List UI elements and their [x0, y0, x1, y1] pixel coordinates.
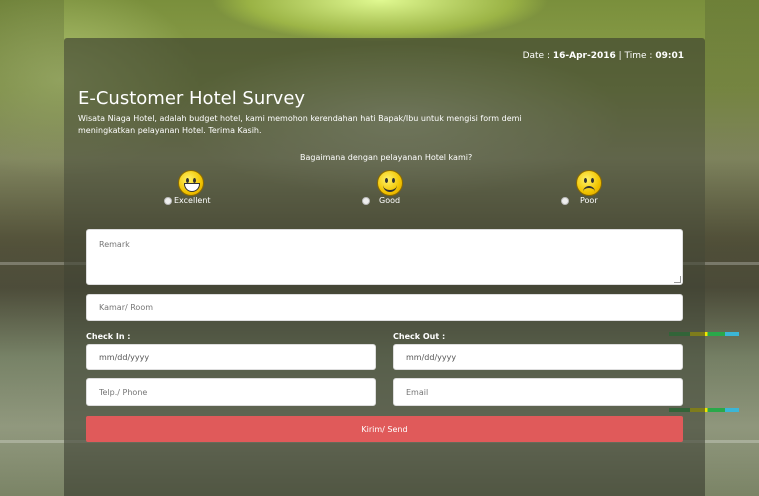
- date-time-display: Date : 16-Apr-2016 | Time : 09:01: [523, 51, 684, 61]
- rating-label-excellent: Excellent: [174, 196, 211, 205]
- smiling-face-icon[interactable]: [377, 170, 403, 196]
- survey-panel: Date : 16-Apr-2016 | Time : 09:01 E-Cust…: [64, 38, 705, 496]
- checkin-date-input[interactable]: mm/dd/yyyy: [86, 344, 376, 370]
- rating-label-good: Good: [379, 196, 401, 205]
- date-time-separator: |: [618, 51, 622, 61]
- background-wall-left: [0, 0, 64, 496]
- time-value: 09:01: [655, 51, 684, 61]
- date-label: Date :: [522, 51, 550, 61]
- room-input[interactable]: [86, 294, 683, 321]
- background-wall-right: [705, 0, 759, 496]
- date-value: 16-Apr-2016: [552, 51, 616, 61]
- email-input[interactable]: [393, 378, 683, 406]
- remark-textarea[interactable]: [86, 229, 683, 285]
- remark-wrapper: [86, 229, 683, 285]
- sad-face-icon[interactable]: [576, 170, 602, 196]
- rating-question: Bagaimana dengan pelayanan Hotel kami?: [300, 153, 473, 162]
- rating-label-poor: Poor: [580, 196, 598, 205]
- rating-radio-good[interactable]: [362, 197, 370, 205]
- checkout-label: Check Out :: [393, 332, 446, 341]
- rating-radio-excellent[interactable]: [164, 197, 172, 205]
- page-title: E-Customer Hotel Survey: [78, 88, 306, 109]
- rating-radio-poor[interactable]: [561, 197, 569, 205]
- phone-input[interactable]: [86, 378, 376, 406]
- checkin-label: Check In :: [86, 332, 131, 341]
- rating-option-good[interactable]: Good: [362, 170, 442, 210]
- rating-option-excellent[interactable]: Excellent: [164, 170, 244, 210]
- resize-handle-icon[interactable]: [674, 276, 681, 283]
- checkout-date-input[interactable]: mm/dd/yyyy: [393, 344, 683, 370]
- page-subtitle: Wisata Niaga Hotel, adalah budget hotel,…: [78, 114, 522, 135]
- grinning-face-icon[interactable]: [178, 170, 204, 196]
- send-button[interactable]: Kirim/ Send: [86, 416, 683, 442]
- time-label: Time :: [624, 51, 653, 61]
- rating-option-poor[interactable]: Poor: [561, 170, 641, 210]
